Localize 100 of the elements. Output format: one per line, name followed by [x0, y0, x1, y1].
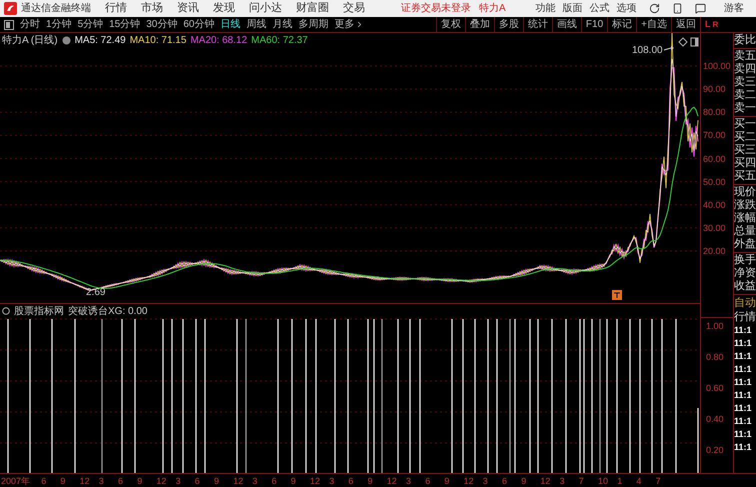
date-tick: 10 — [598, 475, 608, 487]
date-tick: 6 — [118, 475, 124, 487]
date-tick: 3 — [98, 475, 104, 487]
period-tab[interactable]: 15分钟 — [109, 17, 140, 32]
tool-button[interactable]: 标记 — [607, 17, 636, 32]
moving-average-value: MA10: 71.15 — [130, 34, 186, 48]
menu-item[interactable]: 问小达 — [249, 2, 282, 15]
moving-average-value: MA5: 72.49 — [74, 34, 126, 48]
quote-field-label: 卖四 — [734, 63, 756, 76]
menu-item[interactable]: 市场 — [141, 2, 163, 15]
date-tick: 12 — [540, 475, 550, 487]
tool-button[interactable]: 统计 — [522, 17, 552, 32]
tool-button[interactable]: 多股 — [494, 17, 523, 32]
quote-field-label: 买五 — [734, 170, 756, 183]
circle-arrow-icon[interactable] — [648, 3, 660, 14]
date-tick: 1 — [617, 475, 622, 487]
menu-item[interactable]: 行情 — [105, 2, 127, 15]
price-tick: 60.00 — [703, 152, 726, 166]
period-tab[interactable]: 多周期 — [298, 17, 328, 32]
price-tick: 40.00 — [703, 198, 726, 212]
indicator-tick: 1.00 — [706, 320, 724, 333]
app-name: 通达信金融终端 — [21, 2, 91, 16]
indicator-tick: 0.20 — [706, 444, 724, 457]
menu-item[interactable]: 财富圈 — [296, 2, 329, 15]
indicator-tick: 0.80 — [706, 351, 724, 364]
period-tab[interactable]: 5分钟 — [78, 17, 104, 32]
phone-icon[interactable] — [672, 3, 683, 14]
top-menu-item[interactable]: 功能 — [536, 2, 556, 14]
quote-field-label: 收益 — [734, 280, 756, 293]
quote-label[interactable]: 行情 — [734, 310, 756, 324]
price-tick: 50.00 — [703, 176, 726, 189]
menu-item[interactable]: 交易 — [343, 2, 365, 15]
panel-icon[interactable] — [690, 38, 698, 46]
circle-icon[interactable] — [2, 307, 10, 315]
quote-field-label: 涨幅 — [734, 212, 756, 225]
quote-field-label: 卖二 — [734, 89, 756, 102]
corner-mark: R — [712, 18, 718, 30]
date-tick: 9 — [521, 475, 526, 487]
leader-arrow — [664, 46, 674, 50]
date-tick: 3 — [560, 475, 565, 487]
date-tick: 9 — [60, 475, 66, 487]
period-tab[interactable]: 分时 — [20, 17, 40, 32]
date-tick: 9 — [290, 475, 296, 487]
marker-icon — [612, 290, 622, 300]
trade-time: 11:1 — [734, 363, 753, 376]
period-tab[interactable]: 更多 — [334, 17, 364, 32]
top-menu-item[interactable]: 公式 — [590, 2, 610, 14]
date-tick: 9 — [444, 475, 450, 487]
tool-button[interactable]: 返回 — [671, 17, 700, 32]
trade-time: 11:1 — [734, 376, 753, 389]
top-menu-item[interactable]: 版面 — [562, 2, 583, 14]
price-tick: 20.00 — [703, 245, 726, 258]
moving-average-value: MA20: 68.12 — [190, 34, 248, 48]
price-tick: 90.00 — [703, 83, 726, 96]
user-name[interactable]: 游客 — [724, 1, 744, 16]
period-tab[interactable]: 日线 — [220, 17, 240, 32]
tool-button[interactable]: 叠加 — [464, 17, 494, 32]
menu-item[interactable]: 资讯 — [177, 2, 199, 15]
menu-item[interactable]: 发现 — [213, 2, 235, 15]
date-tick: 3 — [406, 475, 412, 487]
date-tick: 6 — [41, 475, 46, 487]
indicator-title: 突破诱台XG: 0.00 — [68, 304, 148, 318]
date-tick: 6 — [194, 475, 200, 487]
date-tick: 12 — [310, 475, 320, 487]
quote-field-label: 委比 — [734, 34, 756, 47]
date-tick: 6 — [348, 475, 354, 487]
period-tab[interactable]: 30分钟 — [146, 17, 178, 32]
trade-time: 11:1 — [734, 324, 753, 337]
auto-label[interactable]: 自动 — [734, 296, 756, 310]
quote-field-label: 卖三 — [734, 76, 756, 89]
trade-time: 11:1 — [734, 337, 753, 350]
price-tick: 100.00 — [703, 60, 731, 73]
tool-button[interactable]: F10 — [580, 17, 608, 32]
login-status: 证券交易未登录 — [401, 2, 471, 16]
date-tick: 3 — [252, 475, 258, 487]
date-tick: 3 — [482, 475, 488, 487]
high-price-label: 108.00 — [632, 45, 663, 56]
date-tick: 12 — [233, 475, 244, 487]
date-tick: 3 — [329, 475, 334, 487]
date-tick: 9 — [368, 475, 373, 487]
period-tab[interactable]: 周线 — [246, 17, 266, 32]
message-icon[interactable] — [694, 3, 706, 14]
date-tick: 12 — [80, 475, 90, 487]
period-tab[interactable]: 1分钟 — [46, 17, 72, 32]
trade-time: 11:1 — [734, 441, 753, 454]
date-tick: 6 — [502, 475, 508, 487]
settings-icon[interactable] — [62, 36, 71, 45]
period-tab[interactable]: 月线 — [272, 17, 292, 32]
tool-button[interactable]: 复权 — [436, 17, 465, 32]
indicator-tick: 0.40 — [706, 413, 724, 426]
indicator-tick: 0.60 — [706, 382, 724, 395]
price-tick: 30.00 — [703, 222, 726, 235]
tool-button[interactable]: +自选 — [636, 17, 671, 32]
date-tick: 9 — [214, 475, 220, 487]
period-tab[interactable]: 60分钟 — [183, 17, 214, 32]
tool-button[interactable]: 画线 — [552, 17, 581, 32]
layout-toggle-icon[interactable] — [4, 20, 14, 30]
diamond-icon[interactable] — [678, 37, 688, 47]
top-menu-item[interactable]: 选项 — [616, 2, 637, 14]
trade-time: 11:1 — [734, 415, 753, 428]
